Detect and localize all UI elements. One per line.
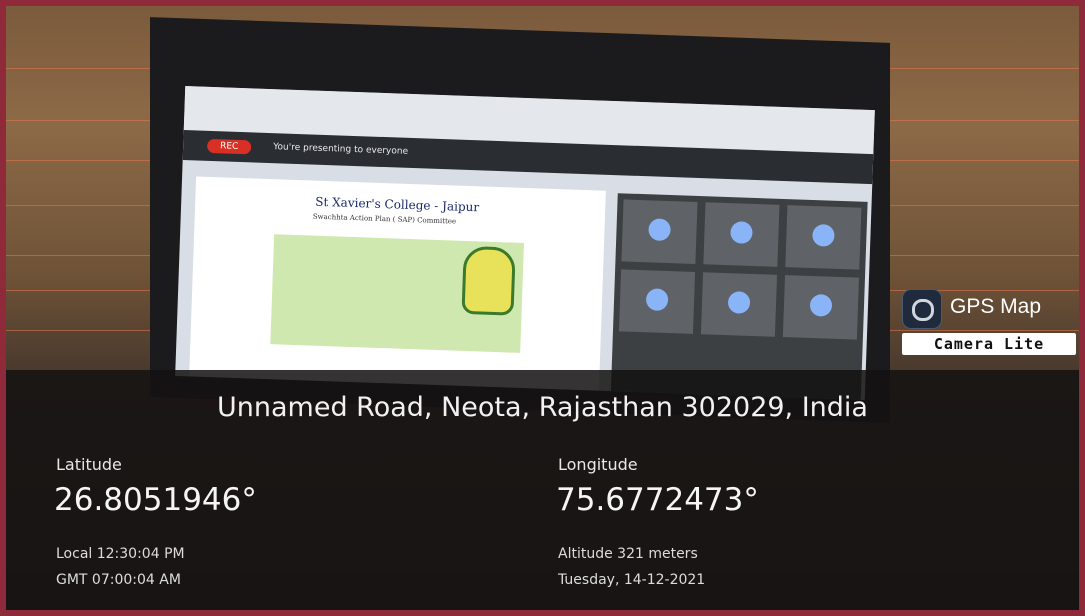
date-text: Tuesday, 14-12-2021 bbox=[558, 572, 706, 588]
avatar bbox=[730, 221, 753, 244]
local-time: Local 12:30:04 PM bbox=[56, 546, 185, 562]
longitude-value: 75.6772473° bbox=[556, 482, 759, 518]
participant-tile bbox=[621, 199, 698, 264]
gmt-time: GMT 07:00:04 AM bbox=[56, 572, 181, 588]
altitude-text: Altitude 321 meters bbox=[558, 546, 698, 562]
participant-tile bbox=[785, 205, 862, 270]
rec-badge: REC bbox=[206, 138, 252, 155]
participant-tile bbox=[703, 202, 780, 267]
latitude-value: 26.8051946° bbox=[54, 482, 257, 518]
projected-meeting-screen: REC You're presenting to everyone St Xav… bbox=[175, 86, 875, 400]
longitude-label: Longitude bbox=[558, 455, 638, 474]
camera-lens-icon bbox=[902, 289, 942, 329]
presenting-text: You're presenting to everyone bbox=[273, 142, 409, 157]
participant-tile bbox=[782, 275, 859, 340]
slide-title: St Xavier's College - Jaipur bbox=[315, 194, 480, 215]
avatar bbox=[727, 291, 751, 314]
badge-subtitle: Camera Lite bbox=[902, 333, 1076, 355]
address-text: Unnamed Road, Neota, Rajasthan 302029, I… bbox=[217, 392, 868, 423]
avatar bbox=[809, 293, 833, 317]
bulb-icon bbox=[461, 245, 516, 316]
latitude-label: Latitude bbox=[56, 455, 122, 474]
presentation-slide: St Xavier's College - Jaipur Swachhta Ac… bbox=[189, 176, 606, 391]
participant-tile bbox=[700, 272, 778, 337]
participant-grid bbox=[610, 193, 868, 400]
avatar bbox=[645, 288, 669, 312]
participant-tile bbox=[618, 269, 696, 334]
slide-subtitle: Swachhta Action Plan ( SAP) Committee bbox=[312, 212, 457, 226]
badge-title: GPS Map bbox=[950, 295, 1042, 318]
avatar bbox=[648, 218, 671, 242]
avatar bbox=[812, 224, 835, 247]
